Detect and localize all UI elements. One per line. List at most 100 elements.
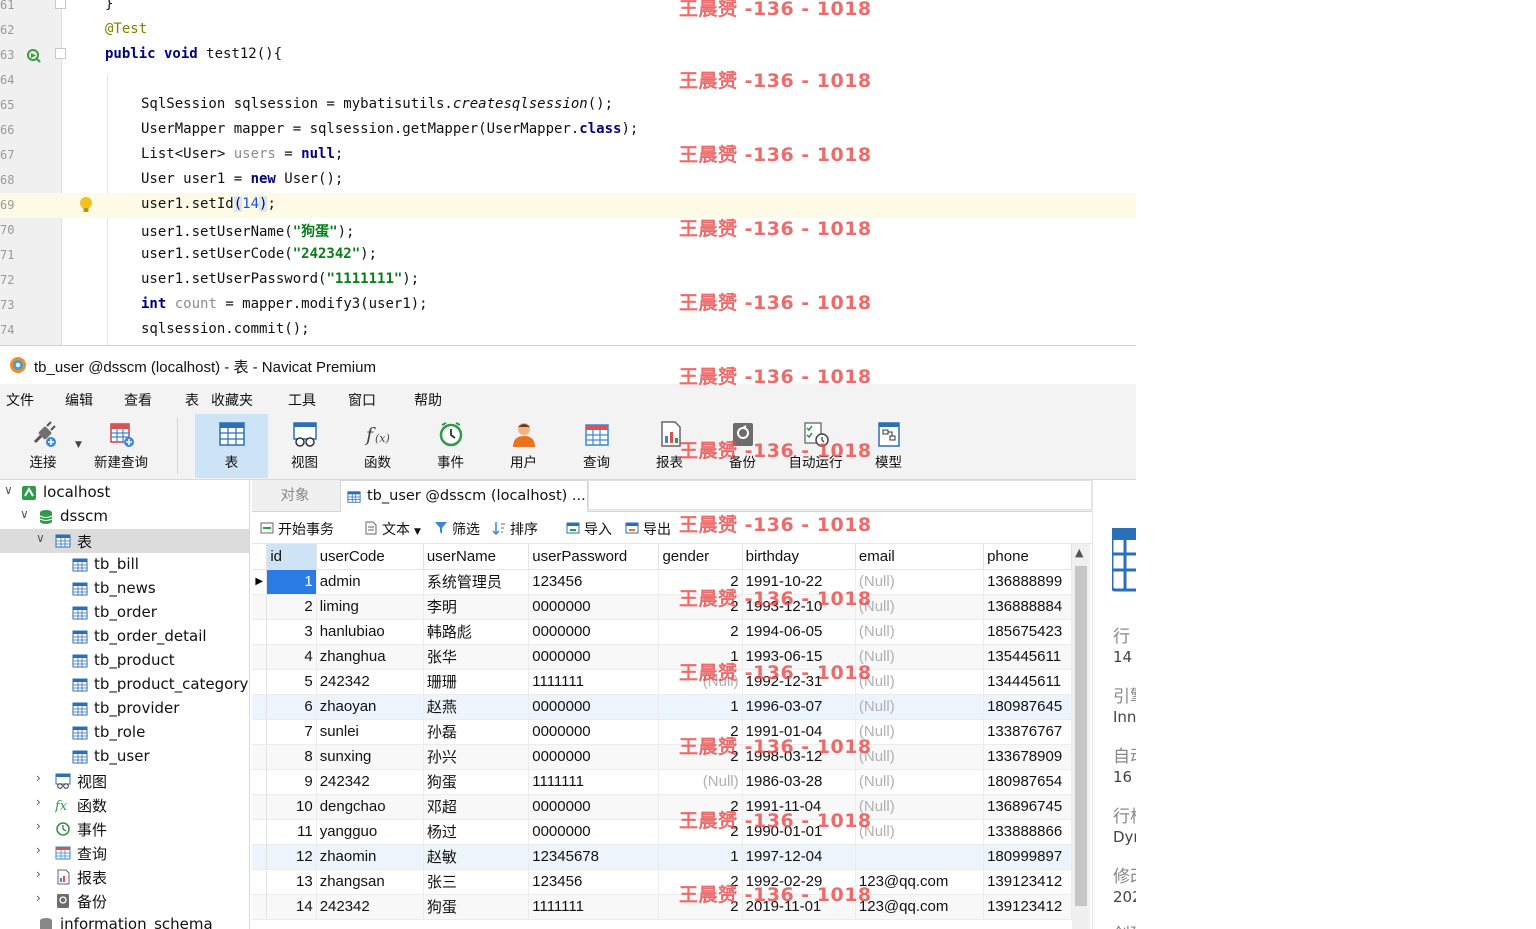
table-cell-id[interactable]: 8 [266, 744, 317, 770]
menu-help[interactable]: 帮助 [414, 390, 442, 410]
tree-table-item[interactable]: tb_role [0, 721, 249, 745]
table-cell-username[interactable]: 狗蛋 [423, 769, 530, 795]
fold-icon[interactable] [55, 0, 66, 9]
table-cell-email[interactable]: (Null) [855, 644, 985, 670]
import-button[interactable]: 导入 [566, 519, 612, 539]
tree-functions-node[interactable]: › fx 函数 [0, 793, 249, 817]
tree-table-item[interactable]: tb_product_category [0, 673, 249, 697]
table-cell-phone[interactable]: 180987654 [983, 769, 1072, 795]
row-marker[interactable] [252, 594, 268, 620]
table-row[interactable]: 11 yangguo 杨过 0000000 2 1990-01-01 (Null) 13388… [252, 819, 1072, 845]
row-marker[interactable] [252, 769, 268, 795]
table-cell-userpassword[interactable]: 1111111 [528, 769, 660, 795]
table-cell-usercode[interactable]: liming [316, 594, 424, 620]
row-marker[interactable] [252, 894, 268, 920]
code-line[interactable]: 65 SqlSession sqlsession = mybatisutils.… [0, 93, 1136, 118]
table-cell-email[interactable]: (Null) [855, 794, 985, 820]
table-cell-userpassword[interactable]: 0000000 [528, 819, 660, 845]
code-line[interactable]: 68 User user1 = new User(); [0, 168, 1136, 193]
table-cell-username[interactable]: 孙兴 [423, 744, 530, 770]
tree-backup-node[interactable]: › 备份 [0, 889, 249, 913]
row-marker[interactable] [252, 619, 268, 645]
table-cell-usercode[interactable]: dengchao [316, 794, 424, 820]
table-cell-userpassword[interactable]: 0000000 [528, 694, 660, 720]
title-bar[interactable]: tb_user @dsscm (localhost) - 表 - Navicat… [0, 346, 1136, 384]
chevron-right-icon[interactable]: › [36, 771, 41, 785]
table-cell-usercode[interactable]: sunlei [316, 719, 424, 745]
table-cell-id[interactable]: 11 [266, 819, 317, 845]
table-row[interactable]: 12 zhaomin 赵敏 12345678 1 1997-12-04 180999897 [252, 844, 1072, 870]
chevron-right-icon[interactable]: › [36, 819, 41, 833]
table-row[interactable]: 10 dengchao 邓超 0000000 2 1991-11-04 (Null) 1368… [252, 794, 1072, 820]
table-cell-usercode[interactable]: zhaoyan [316, 694, 424, 720]
table-row[interactable]: 5 242342 珊珊 1111111 (Null) 1992-12-31 (Null) 13… [252, 669, 1072, 695]
tab-tb-user[interactable]: tb_user @dsscm (localhost) ... [340, 480, 588, 512]
code-line[interactable]: 70 user1.setUserName("狗蛋"); [0, 218, 1136, 243]
table-row[interactable]: 3 hanlubiao 韩路彪 0000000 2 1994-06-05 (Null) 185… [252, 619, 1072, 645]
code-line[interactable]: 73 int count = mapper.modify3(user1); [0, 293, 1136, 318]
table-cell-username[interactable]: 杨过 [423, 819, 530, 845]
code-editor[interactable]: 61 } 62 @Test 63 public void test12(){ 6… [0, 0, 1136, 345]
column-header-gender[interactable]: gender [658, 544, 743, 570]
code-line[interactable]: 71 user1.setUserCode("242342"); [0, 243, 1136, 268]
sort-button[interactable]: 排序 [492, 519, 538, 539]
column-header-id[interactable]: id [266, 544, 317, 570]
table-cell-usercode[interactable]: admin [316, 569, 424, 595]
table-cell-usercode[interactable]: sunxing [316, 744, 424, 770]
menu-favorites[interactable]: 收藏夹 [211, 390, 253, 410]
table-cell-id[interactable]: 4 [266, 644, 317, 670]
table-cell-phone[interactable]: 139123412 [983, 894, 1072, 920]
row-marker[interactable] [252, 794, 268, 820]
filter-button[interactable]: 筛选 [434, 519, 480, 539]
table-cell-usercode[interactable]: zhaomin [316, 844, 424, 870]
table-cell-phone[interactable]: 180999897 [983, 844, 1072, 870]
tables-button[interactable]: 表 [195, 414, 268, 478]
table-cell-birthday[interactable]: 1997-12-04 [742, 844, 856, 870]
tree-tables-node[interactable]: ∨ 表 [0, 529, 249, 553]
table-row[interactable]: 6 zhaoyan 赵燕 0000000 1 1996-03-07 (Null) 180987… [252, 694, 1072, 720]
table-cell-email[interactable]: 123@qq.com [855, 869, 985, 895]
row-marker[interactable] [252, 694, 268, 720]
table-cell-email[interactable]: (Null) [855, 744, 985, 770]
table-cell-usercode[interactable]: 242342 [316, 669, 424, 695]
chevron-down-icon[interactable]: ▼ [75, 440, 82, 450]
table-cell-phone[interactable]: 136888899 [983, 569, 1072, 595]
chevron-down-icon[interactable]: ∨ [20, 507, 29, 521]
tree-table-item[interactable]: tb_order_detail [0, 625, 249, 649]
vertical-scrollbar[interactable]: ▲ [1072, 544, 1090, 929]
table-cell-userpassword[interactable]: 123456 [528, 569, 660, 595]
table-cell-birthday[interactable]: 1994-06-05 [742, 619, 856, 645]
tree-table-item[interactable]: tb_order [0, 601, 249, 625]
row-marker[interactable] [252, 869, 268, 895]
tree-views-node[interactable]: › 视图 [0, 769, 249, 793]
table-cell-email[interactable]: (Null) [855, 619, 985, 645]
table-cell-email[interactable]: (Null) [855, 819, 985, 845]
column-header-usercode[interactable]: userCode [316, 544, 424, 570]
table-cell-id[interactable]: 13 [266, 869, 317, 895]
table-cell-phone[interactable]: 134445611 [983, 669, 1072, 695]
tree-database-dsscm[interactable]: ∨ dsscm [0, 505, 249, 529]
begin-transaction-button[interactable]: 开始事务 [260, 519, 334, 539]
table-cell-phone[interactable]: 139123412 [983, 869, 1072, 895]
tree-table-item[interactable]: tb_product [0, 649, 249, 673]
code-line[interactable]: 74 sqlsession.commit(); [0, 318, 1136, 343]
table-cell-id[interactable]: 3 [266, 619, 317, 645]
table-cell-userpassword[interactable]: 0000000 [528, 619, 660, 645]
code-line[interactable]: 63 public void test12(){ [0, 43, 1136, 68]
menu-edit[interactable]: 编辑 [65, 390, 93, 410]
new-query-button[interactable]: 新建查询 [86, 414, 156, 478]
tree-table-item[interactable]: tb_user [0, 745, 249, 769]
tree-table-item[interactable]: tb_bill [0, 553, 249, 577]
table-cell-username[interactable]: 孙磊 [423, 719, 530, 745]
code-line[interactable]: 72 user1.setUserPassword("1111111"); [0, 268, 1136, 293]
table-cell-email[interactable]: 123@qq.com [855, 894, 985, 920]
table-row[interactable]: ▶ 1 admin 系统管理员 123456 2 1991-10-22 (Null) 13688… [252, 569, 1072, 595]
table-cell-email[interactable]: (Null) [855, 594, 985, 620]
text-view-button[interactable]: 文本 ▼ [364, 519, 421, 539]
table-cell-phone[interactable]: 135445611 [983, 644, 1072, 670]
row-marker[interactable] [252, 644, 268, 670]
table-row[interactable]: 14 242342 狗蛋 1111111 2 2019-11-01 123@qq.com 13… [252, 894, 1072, 920]
views-button[interactable]: 视图 [268, 414, 341, 478]
table-row[interactable]: 7 sunlei 孙磊 0000000 2 1991-01-04 (Null) 1338767… [252, 719, 1072, 745]
row-marker[interactable]: ▶ [252, 569, 268, 595]
